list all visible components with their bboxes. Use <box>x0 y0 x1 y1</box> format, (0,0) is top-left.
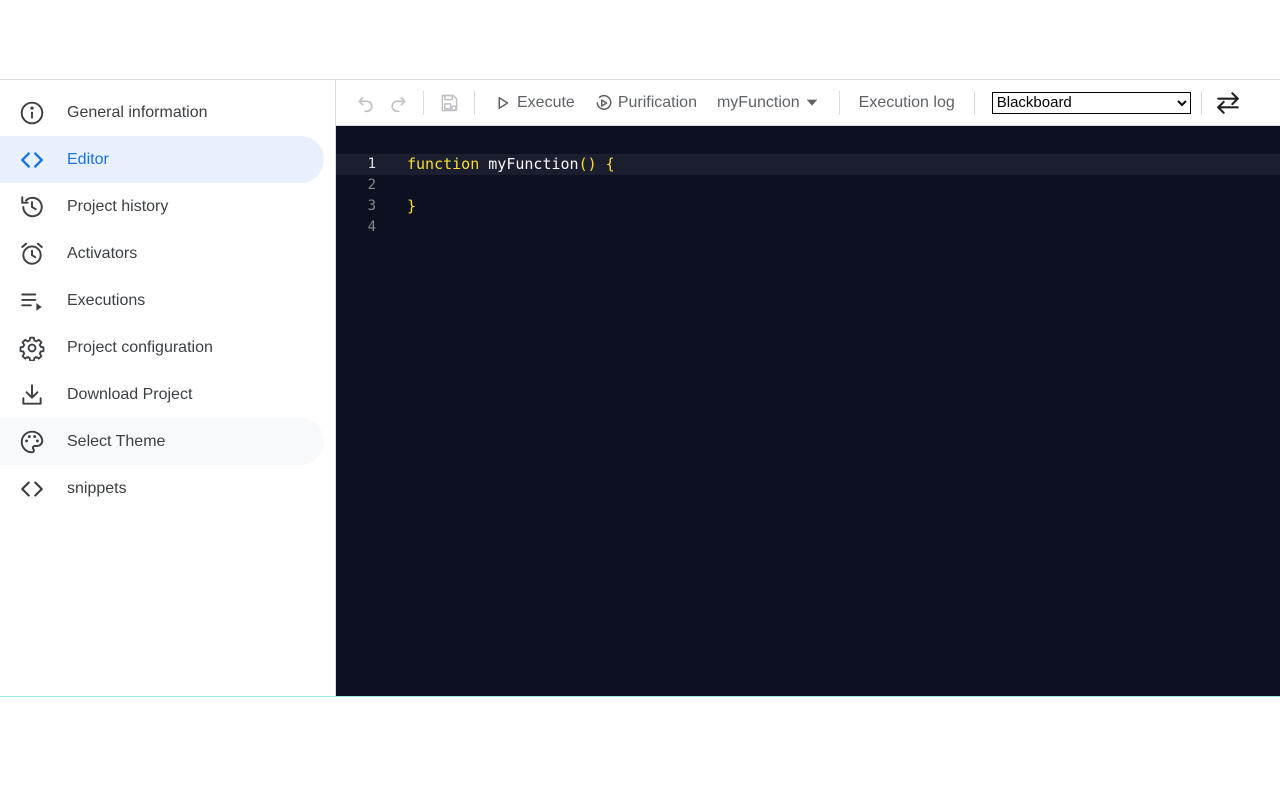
execution-log-button[interactable]: Execution log <box>849 87 965 119</box>
code-keyword: function <box>407 155 480 173</box>
redo-icon <box>391 96 406 112</box>
swap-layout-button[interactable] <box>1212 87 1244 119</box>
toolbar-divider <box>423 90 424 115</box>
info-icon <box>18 99 46 127</box>
sidebar-item-select-theme[interactable]: Select Theme <box>0 418 324 465</box>
code-line[interactable]: 1 function myFunction() { <box>336 154 1280 175</box>
purification-button[interactable]: Purification <box>585 87 707 119</box>
toolbar-divider <box>973 90 975 115</box>
sidebar-item-label: Project history <box>67 197 169 215</box>
play-icon <box>498 96 509 109</box>
purification-label: Purification <box>617 93 697 111</box>
sidebar-item-label: General information <box>67 103 208 121</box>
caret-down-icon <box>806 99 818 106</box>
undo-button[interactable] <box>350 87 382 119</box>
execute-button[interactable]: Execute <box>484 87 585 119</box>
toolbar-divider <box>838 90 840 115</box>
alarm-icon <box>18 240 46 268</box>
code-line[interactable]: 3 } <box>336 196 1280 217</box>
code-punctuation: } <box>407 197 417 215</box>
main-panel: Execute Purification myFunction Executio… <box>336 80 1280 696</box>
save-icon <box>441 94 458 111</box>
line-number: 4 <box>367 219 376 235</box>
sidebar-item-executions[interactable]: Executions <box>0 277 324 324</box>
code-punctuation: () { <box>578 155 615 173</box>
sidebar: General information Editor Project histo… <box>0 80 336 696</box>
sidebar-item-label: Select Theme <box>67 432 166 450</box>
download-icon <box>18 381 46 409</box>
executions-list-icon <box>18 287 46 315</box>
debug-icon <box>596 94 612 110</box>
save-button[interactable] <box>433 87 465 119</box>
sidebar-item-label: Activators <box>67 244 138 262</box>
sidebar-item-project-configuration[interactable]: Project configuration <box>0 324 324 371</box>
sidebar-item-project-history[interactable]: Project history <box>0 183 324 230</box>
function-select-label: myFunction <box>716 93 800 111</box>
undo-icon <box>358 96 373 112</box>
sidebar-item-download-project[interactable]: Download Project <box>0 371 324 418</box>
execution-log-label: Execution log <box>858 93 955 111</box>
line-number: 3 <box>367 198 376 214</box>
redo-button[interactable] <box>382 87 414 119</box>
code-line[interactable]: 4 <box>336 217 1280 238</box>
code-icon <box>18 475 46 503</box>
toolbar-divider <box>1200 90 1202 115</box>
code-identifier: myFunction <box>479 155 579 173</box>
line-number: 2 <box>367 177 376 193</box>
toolbar-divider <box>474 90 475 115</box>
code-editor[interactable]: 1 function myFunction() { 2 3 } 4 <box>336 126 1280 696</box>
swap-horizontal-icon <box>1216 91 1239 114</box>
code-icon <box>18 146 46 174</box>
history-icon <box>18 193 46 221</box>
editor-toolbar: Execute Purification myFunction Executio… <box>336 80 1280 126</box>
app-window: General information Editor Project histo… <box>0 79 1280 697</box>
sidebar-item-snippets[interactable]: snippets <box>0 465 324 512</box>
function-select-dropdown[interactable]: myFunction <box>707 87 830 119</box>
palette-icon <box>18 428 46 456</box>
code-content: } <box>407 196 416 217</box>
sidebar-item-label: Download Project <box>67 385 193 403</box>
sidebar-item-label: snippets <box>67 479 127 497</box>
sidebar-item-label: Executions <box>67 291 146 309</box>
gear-icon <box>18 334 46 362</box>
execute-label: Execute <box>517 93 575 111</box>
sidebar-item-activators[interactable]: Activators <box>0 230 324 277</box>
sidebar-item-label: Project configuration <box>67 338 213 356</box>
sidebar-item-editor[interactable]: Editor <box>0 136 324 183</box>
sidebar-item-general-information[interactable]: General information <box>0 89 324 136</box>
sidebar-item-label: Editor <box>67 150 109 168</box>
line-number: 1 <box>367 156 376 172</box>
code-line[interactable]: 2 <box>336 175 1280 196</box>
theme-select[interactable]: Blackboard <box>991 91 1191 114</box>
code-content: function myFunction() { <box>407 154 615 175</box>
